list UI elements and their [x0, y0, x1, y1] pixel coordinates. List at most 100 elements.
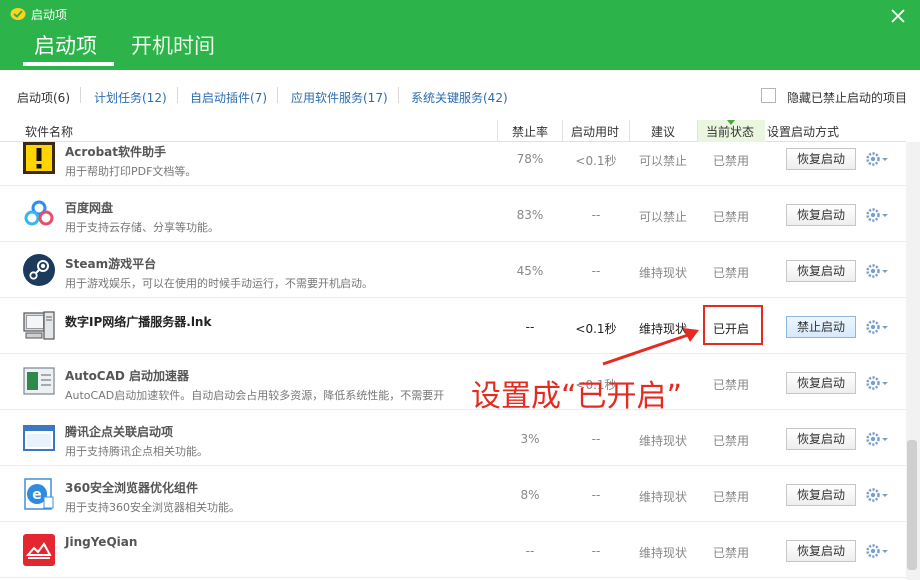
window-icon	[23, 425, 55, 451]
computer-icon	[23, 311, 55, 340]
window-title: 启动项	[31, 8, 68, 22]
gear-dropdown-icon[interactable]	[866, 152, 890, 166]
disable-rate: --	[525, 320, 535, 334]
steam-icon	[23, 254, 55, 286]
item-desc: 用于支持云存储、分享等功能。	[65, 221, 219, 234]
table-row: Steam游戏平台 用于游戏娱乐，可以在使用的时候手动运行，不需要开机启动。 4…	[0, 242, 906, 298]
advice: 维持现状	[638, 434, 687, 448]
gear-dropdown-icon[interactable]	[866, 208, 890, 222]
disable-rate: --	[525, 544, 535, 558]
autocad-icon	[23, 367, 55, 395]
advice: 可以禁止	[638, 154, 687, 168]
current-state: 已禁用	[712, 266, 749, 280]
gear-dropdown-icon[interactable]	[866, 544, 890, 558]
item-name: AutoCAD 启动加速器	[65, 369, 190, 383]
restore-startup-button[interactable]: 恢复启动	[786, 484, 856, 506]
close-icon[interactable]	[890, 8, 906, 24]
table-row: 百度网盘 用于支持云存储、分享等功能。 83% -- 可以禁止 已禁用 恢复启动	[0, 186, 906, 242]
restore-startup-button[interactable]: 恢复启动	[786, 204, 856, 226]
annotation-arrow-icon	[602, 328, 699, 366]
startup-time: --	[591, 488, 601, 502]
current-state: 已禁用	[712, 154, 749, 168]
subtab-scheduled-tasks[interactable]: 计划任务(12)	[94, 89, 167, 106]
active-tab-indicator	[23, 62, 114, 66]
advice: 可以禁止	[638, 210, 687, 224]
item-name: JingYeQian	[65, 535, 138, 549]
col-current-state[interactable]: 当前状态	[706, 123, 754, 140]
startup-time: --	[591, 544, 601, 558]
restore-startup-button[interactable]: 恢复启动	[786, 260, 856, 282]
item-name: 百度网盘	[65, 201, 114, 215]
startup-time: <0.1秒	[575, 154, 617, 168]
state-highlight-box	[703, 305, 763, 345]
item-desc: 用于游戏娱乐，可以在使用的时候手动运行，不需要开机启动。	[65, 277, 373, 290]
subtab-system-services[interactable]: 系统关键服务(42)	[411, 89, 508, 106]
gear-dropdown-icon[interactable]	[866, 320, 890, 334]
disable-rate: 78%	[516, 152, 544, 166]
disable-startup-button[interactable]: 禁止启动	[786, 316, 856, 338]
column-divider	[697, 120, 698, 142]
divider	[177, 87, 178, 103]
item-name: Acrobat软件助手	[65, 145, 166, 159]
advice: 维持现状	[638, 546, 687, 560]
current-state: 已禁用	[712, 546, 749, 560]
acrobat-icon	[23, 142, 55, 174]
hide-disabled-checkbox[interactable]	[761, 88, 776, 103]
item-desc: AutoCAD启动加速软件。自动启动会占用较多资源，降低系统性能，不需要开	[65, 389, 445, 402]
restore-startup-button[interactable]: 恢复启动	[786, 428, 856, 450]
gear-dropdown-icon[interactable]	[866, 264, 890, 278]
scrollbar-thumb[interactable]	[907, 440, 917, 570]
col-advice[interactable]: 建议	[651, 123, 675, 140]
disable-rate: 8%	[520, 488, 540, 502]
gear-dropdown-icon[interactable]	[866, 432, 890, 446]
current-state: 已禁用	[712, 490, 749, 504]
divider	[277, 87, 278, 103]
col-disable-rate[interactable]: 禁止率	[512, 123, 548, 140]
item-desc: 用于帮助打印PDF文档等。	[65, 165, 197, 178]
current-state: 已禁用	[712, 378, 749, 392]
col-startup-mode: 设置启动方式	[767, 125, 840, 139]
table-header: 软件名称 禁止率 启动用时 建议 当前状态 设置启动方式	[0, 120, 906, 142]
current-state: 已禁用	[712, 434, 749, 448]
subtab-autostart-plugins[interactable]: 自启动插件(7)	[190, 89, 267, 106]
item-name: Steam游戏平台	[65, 257, 157, 271]
tab-startup-items[interactable]: 启动项	[34, 30, 97, 60]
title-bar: 启动项 启动项 开机时间	[0, 0, 920, 70]
table-row: AutoCAD 启动加速器 AutoCAD启动加速软件。自动启动会占用较多资源，…	[0, 354, 906, 410]
item-desc: 用于支持腾讯企点相关功能。	[65, 445, 208, 458]
startup-time: --	[591, 208, 601, 222]
subtab-startup-items[interactable]: 启动项(6)	[17, 89, 70, 106]
disable-rate: 45%	[516, 264, 544, 278]
restore-startup-button[interactable]: 恢复启动	[786, 148, 856, 170]
restore-startup-button[interactable]: 恢复启动	[786, 540, 856, 562]
disable-rate: 83%	[516, 208, 544, 222]
table-row: 腾讯企点关联启动项 用于支持腾讯企点相关功能。 3% -- 维持现状 已禁用 恢…	[0, 410, 906, 466]
advice: 维持现状	[638, 266, 687, 280]
table-row: e 360安全浏览器优化组件 用于支持360安全浏览器相关功能。 8% -- 维…	[0, 466, 906, 522]
app-icon	[10, 8, 26, 20]
startup-time: --	[591, 432, 601, 446]
current-state: 已禁用	[712, 210, 749, 224]
baidu-netdisk-icon	[24, 200, 54, 226]
table-row: JingYeQian -- -- 维持现状 已禁用 恢复启动	[0, 522, 906, 578]
annotation-text: 设置成“已开启”	[471, 379, 683, 414]
item-desc: 用于支持360安全浏览器相关功能。	[65, 501, 240, 514]
svg-text:e: e	[32, 487, 42, 503]
hide-disabled-label: 隐藏已禁止启动的项目	[787, 91, 908, 105]
table-row: 数字IP网络广播服务器.lnk -- <0.1秒 维持现状 已开启 禁止启动	[0, 298, 906, 354]
item-name: 腾讯企点关联启动项	[65, 425, 174, 439]
startup-time: --	[591, 264, 601, 278]
jingyeqian-icon	[23, 534, 55, 566]
restore-startup-button[interactable]: 恢复启动	[786, 372, 856, 394]
item-name: 360安全浏览器优化组件	[65, 481, 199, 495]
gear-dropdown-icon[interactable]	[866, 376, 890, 390]
subtab-app-services[interactable]: 应用软件服务(17)	[291, 89, 388, 106]
advice: 维持现状	[638, 490, 687, 504]
col-startup-time[interactable]: 启动用时	[571, 123, 619, 140]
gear-dropdown-icon[interactable]	[866, 488, 890, 502]
startup-list: Acrobat软件助手 用于帮助打印PDF文档等。 78% <0.1秒 可以禁止…	[0, 142, 906, 580]
col-software-name[interactable]: 软件名称	[25, 123, 73, 140]
column-divider	[562, 120, 563, 142]
disable-rate: 3%	[520, 432, 540, 446]
tab-boot-time[interactable]: 开机时间	[131, 30, 215, 60]
